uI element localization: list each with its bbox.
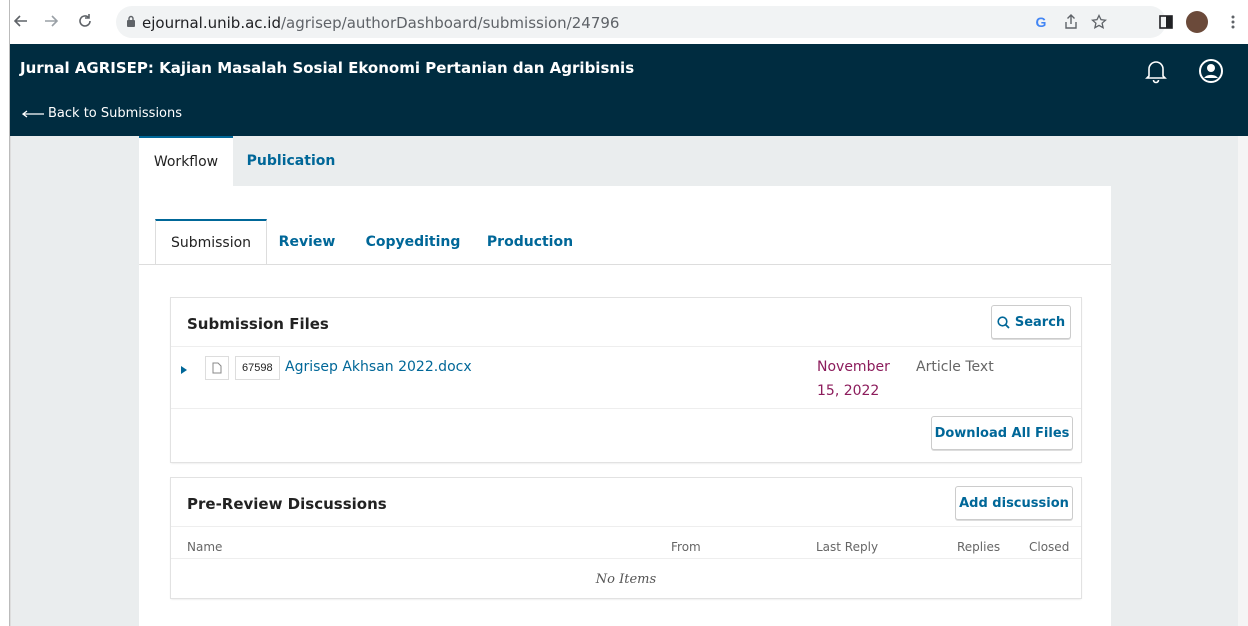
file-date-line1: November (817, 359, 890, 375)
notification-bell-icon[interactable] (1143, 58, 1169, 84)
discussions-columns-divider (171, 558, 1081, 559)
bookmark-star-icon[interactable] (1088, 11, 1110, 33)
search-button[interactable]: Search (991, 305, 1071, 339)
long-arrow-left-icon (22, 109, 44, 118)
expand-triangle-icon[interactable] (181, 361, 187, 379)
url-text: ejournal.unib.ac.id/agrisep/authorDashbo… (142, 14, 619, 32)
sub-tabs-divider (139, 264, 1111, 265)
journal-title[interactable]: Jurnal AGRISEP: Kajian Masalah Sosial Ek… (20, 59, 634, 77)
tab-review[interactable]: Review (275, 219, 339, 265)
main-area: Workflow Publication Submission Review C… (10, 136, 1238, 626)
search-icon (997, 315, 1010, 329)
file-row: 67598 Agrisep Akhsan 2022.docx November … (171, 346, 1081, 408)
submission-files-title: Submission Files (187, 315, 329, 333)
tab-production[interactable]: Production (483, 219, 577, 265)
file-name-link[interactable]: Agrisep Akhsan 2022.docx (285, 359, 472, 375)
profile-avatar-icon[interactable] (1186, 11, 1208, 33)
window-left-edge (0, 0, 10, 626)
scrollbar[interactable] (1238, 136, 1248, 626)
search-label: Search (1014, 314, 1066, 330)
column-from: From (671, 540, 701, 554)
more-menu-icon[interactable] (1222, 11, 1244, 33)
column-closed: Closed (1029, 540, 1070, 554)
back-arrow-icon[interactable] (10, 10, 32, 32)
add-discussion-button[interactable]: Add discussion (955, 486, 1073, 520)
tab-production-label: Production (486, 234, 574, 250)
workflow-panel: Submission Review Copyediting Production… (139, 186, 1111, 626)
lock-icon (126, 15, 136, 33)
column-replies: Replies (957, 540, 1001, 554)
browser-toolbar: ejournal.unib.ac.id/agrisep/authorDashbo… (0, 0, 1248, 44)
column-last-reply: Last Reply (816, 540, 879, 554)
app-header: Jurnal AGRISEP: Kajian Masalah Sosial Ek… (10, 44, 1248, 136)
url-path: /agrisep/authorDashboard/submission/2479… (280, 14, 620, 32)
forward-arrow-icon[interactable] (40, 10, 62, 32)
tab-workflow-label: Workflow (153, 154, 219, 170)
download-all-files-button[interactable]: Download All Files (931, 416, 1073, 450)
column-name: Name (187, 540, 223, 554)
file-date-line2: 15, 2022 (817, 383, 880, 399)
back-to-submissions-link[interactable]: Back to Submissions (22, 106, 182, 121)
google-icon[interactable]: G (1030, 11, 1052, 33)
url-domain: ejournal.unib.ac.id (142, 14, 281, 32)
tab-review-label: Review (278, 234, 336, 250)
pre-review-discussions-card: Pre-Review Discussions Add discussion Na… (171, 478, 1081, 598)
tab-copyediting-label: Copyediting (365, 234, 461, 250)
reload-icon[interactable] (74, 10, 96, 32)
download-all-label: Download All Files (934, 425, 1070, 441)
tab-publication-label: Publication (246, 153, 336, 169)
discussions-title: Pre-Review Discussions (187, 495, 387, 513)
tab-publication[interactable]: Publication (233, 136, 349, 186)
back-label: Back to Submissions (48, 106, 183, 121)
tab-workflow[interactable]: Workflow (139, 136, 233, 186)
file-type: Article Text (916, 359, 994, 375)
side-panel-icon[interactable] (1155, 11, 1177, 33)
discussions-header-divider (171, 526, 1081, 527)
user-account-icon[interactable] (1198, 58, 1224, 84)
tab-submission[interactable]: Submission (155, 219, 267, 265)
tab-submission-label: Submission (170, 235, 252, 251)
add-discussion-label: Add discussion (959, 495, 1069, 511)
tab-copyediting[interactable]: Copyediting (363, 219, 463, 265)
document-icon (205, 356, 229, 380)
no-items-message: No Items (595, 572, 657, 587)
submission-files-card: Submission Files Search 67598 Agrisep Ak… (171, 298, 1081, 462)
file-id-badge: 67598 (235, 356, 280, 380)
files-footer-divider (171, 408, 1081, 409)
share-icon[interactable] (1060, 11, 1082, 33)
